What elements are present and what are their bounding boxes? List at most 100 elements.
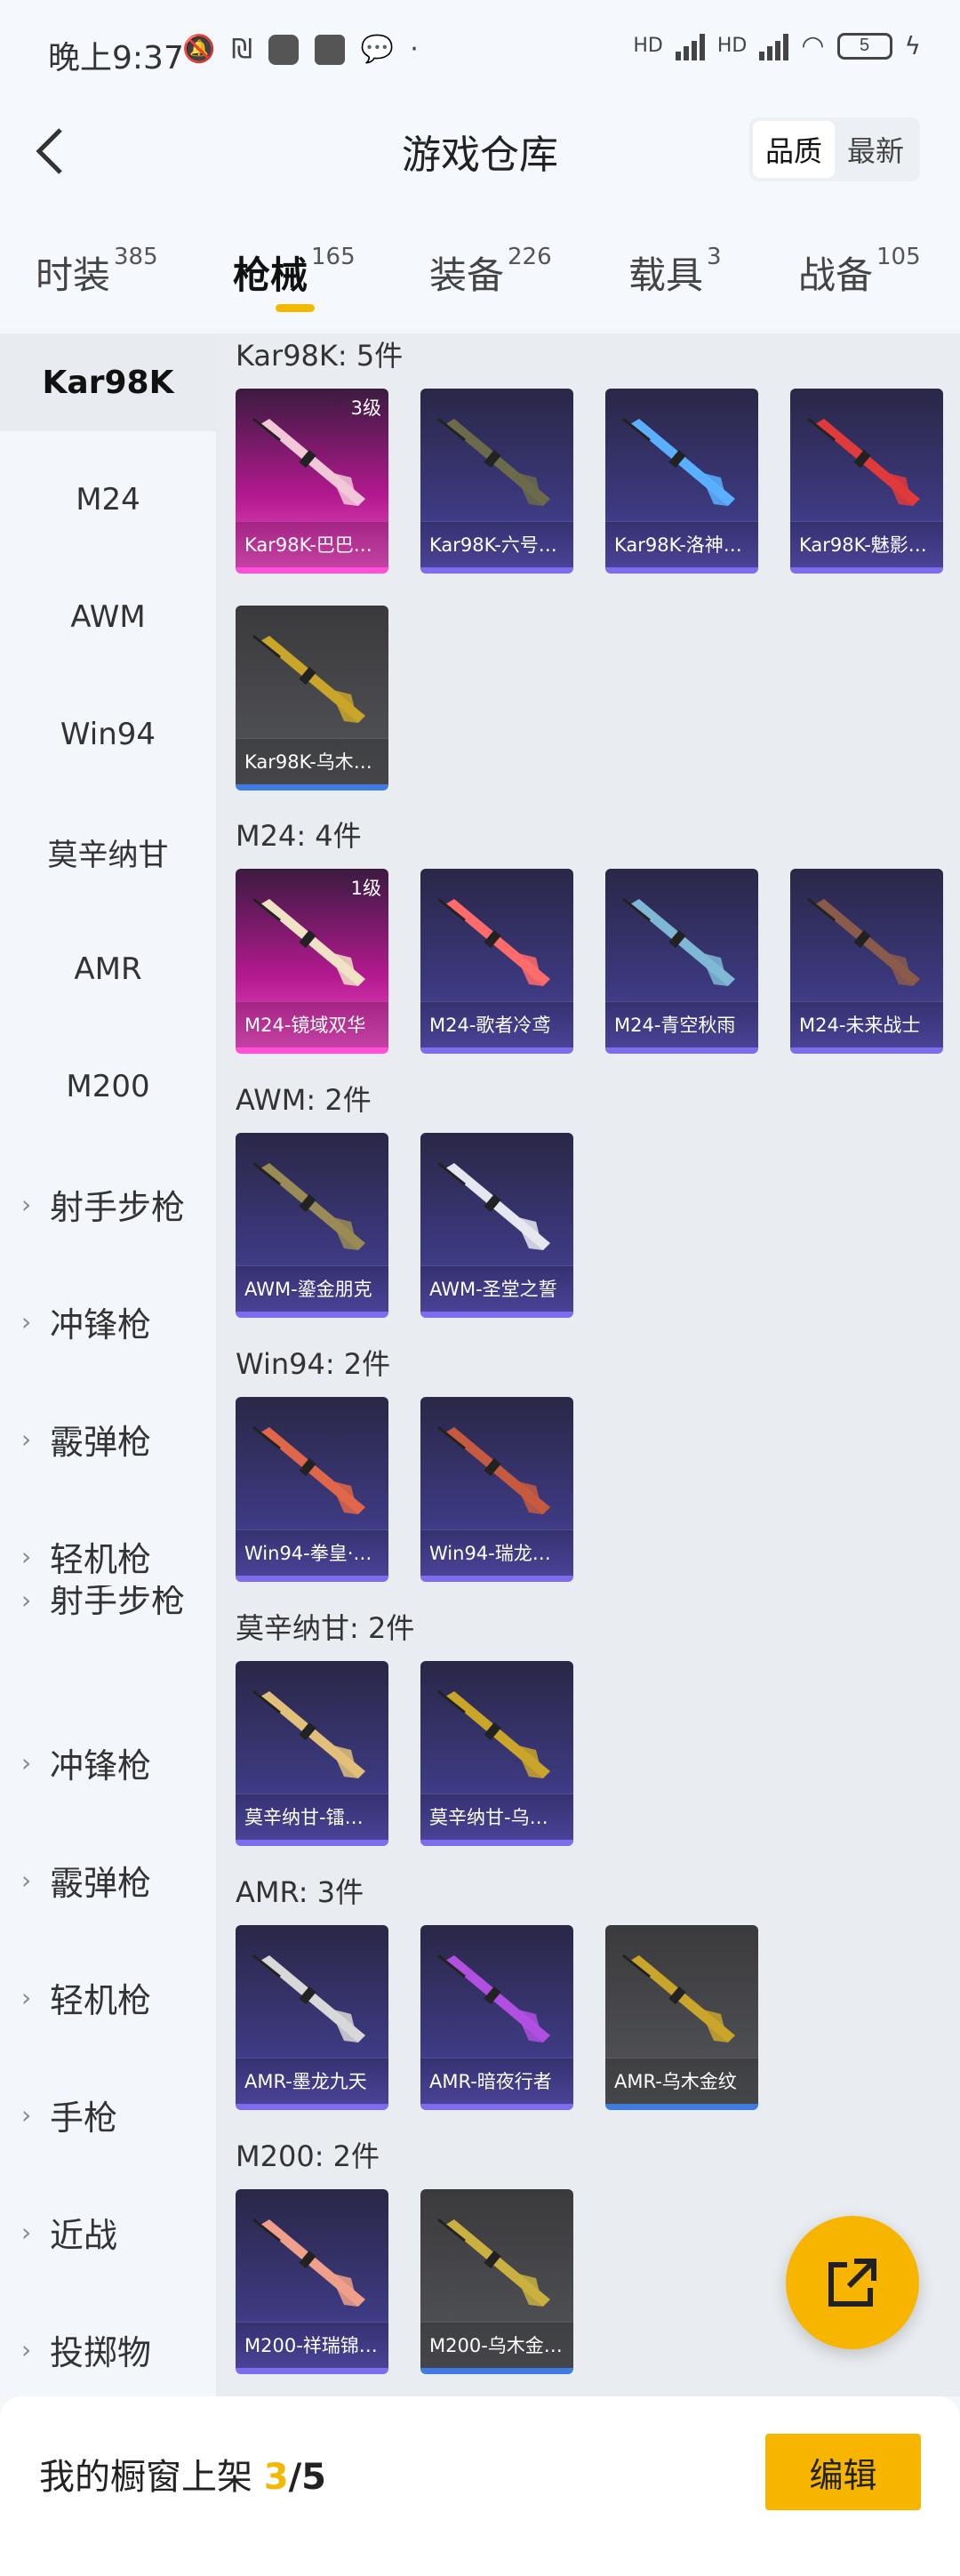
skin-card[interactable]: Kar98K-洛神… bbox=[605, 389, 758, 574]
rifle-icon bbox=[622, 1954, 735, 2042]
skin-name: M24-未来战士 bbox=[790, 1001, 943, 1047]
skin-card[interactable]: Win94-瑞龙… bbox=[420, 1397, 573, 1582]
skin-card[interactable]: Kar98K-乌木… bbox=[236, 606, 388, 790]
skin-name: Kar98K-乌木… bbox=[236, 738, 388, 784]
hd-label: HD bbox=[633, 35, 663, 57]
sidebar-item-awm[interactable]: AWM bbox=[0, 568, 216, 666]
tab-equipment[interactable]: 装备 226 bbox=[429, 244, 552, 300]
sidebar-item-lmg-duplicate[interactable]: › 轻机枪 bbox=[0, 1948, 216, 2046]
skin-name: Kar98K-巴巴… bbox=[236, 521, 388, 567]
weapon-group: Kar98K: 5件 3级 Kar98K-巴巴… Kar98K-六号… Kar98K-洛… bbox=[236, 333, 943, 790]
rifle-icon bbox=[437, 1954, 550, 2042]
sidebar-item-pistol[interactable]: › 手枪 bbox=[0, 2066, 216, 2163]
weapon-group: 莫辛纳甘: 2件莫辛纳甘-镭… 莫辛纳甘-乌… bbox=[236, 1606, 943, 1846]
skin-grid: AMR-墨龙九天 AMR-暗夜行者 AMR-乌木金纹 bbox=[236, 1925, 943, 2110]
chevron-right-icon: › bbox=[21, 1541, 32, 1571]
skin-card[interactable]: M24-未来战士 bbox=[790, 869, 943, 1054]
sidebar-item-shotgun[interactable]: › 霰弹枪 bbox=[0, 1390, 216, 1488]
weapon-group: AMR: 3件 AMR-墨龙九天 AMR-暗夜行者 AMR-乌木金纹 bbox=[236, 1870, 943, 2110]
sidebar-item-melee[interactable]: › 近战 bbox=[0, 2183, 216, 2281]
sort-quality-option[interactable]: 品质 bbox=[753, 121, 835, 178]
skin-card[interactable]: 莫辛纳甘-镭… bbox=[236, 1661, 388, 1846]
tab-supplies[interactable]: 战备 105 bbox=[798, 244, 921, 300]
skin-name: AWM-圣堂之誓 bbox=[420, 1265, 573, 1312]
sidebar-item-smg[interactable]: › 冲锋枪 bbox=[0, 1272, 216, 1370]
share-icon bbox=[828, 2259, 876, 2307]
skin-name: AMR-乌木金纹 bbox=[605, 2058, 758, 2104]
wifi-icon: ◠ bbox=[801, 30, 825, 61]
signal-icon-2 bbox=[759, 32, 789, 60]
sidebar-item-m200[interactable]: M200 bbox=[0, 1038, 216, 1136]
share-button[interactable] bbox=[786, 2216, 919, 2349]
sidebar-item-dmr-duplicate[interactable]: › 射手步枪 bbox=[0, 1585, 216, 1657]
chevron-right-icon: › bbox=[21, 1306, 32, 1336]
rifle-icon bbox=[437, 417, 550, 506]
skin-name: 莫辛纳甘-镭… bbox=[236, 1794, 388, 1840]
skin-card[interactable]: AMR-暗夜行者 bbox=[420, 1925, 573, 2110]
sidebar-item-throwable[interactable]: › 投掷物 bbox=[0, 2300, 216, 2398]
sidebar-item-smg-duplicate[interactable]: › 冲锋枪 bbox=[0, 1713, 216, 1811]
sort-newest-option[interactable]: 最新 bbox=[835, 121, 916, 178]
sidebar-item-win94[interactable]: Win94 bbox=[0, 686, 216, 783]
skin-card[interactable]: M200-乌木金… bbox=[420, 2189, 573, 2374]
showcase-total: /5 bbox=[288, 2457, 327, 2498]
rifle-icon bbox=[437, 1425, 550, 1514]
sidebar-item-amr[interactable]: AMR bbox=[0, 920, 216, 1018]
skin-name: Kar98K-洛神… bbox=[605, 521, 758, 567]
app-notification-icon bbox=[268, 34, 299, 65]
skin-card[interactable]: AMR-乌木金纹 bbox=[605, 1925, 758, 2110]
rifle-icon bbox=[252, 634, 365, 723]
skin-card[interactable]: AWM-鎏金朋克 bbox=[236, 1133, 388, 1318]
battery-level: 5 bbox=[859, 36, 870, 55]
rifle-icon bbox=[252, 2218, 365, 2307]
sidebar-item-kar98k[interactable]: Kar98K bbox=[0, 333, 216, 431]
sidebar-item-m24[interactable]: M24 bbox=[0, 451, 216, 549]
group-title: Kar98K: 5件 bbox=[236, 339, 404, 373]
skin-card[interactable]: AWM-圣堂之誓 bbox=[420, 1133, 573, 1318]
weapon-sidebar: Kar98K M24 AWM Win94 莫辛纳甘 AMR M200 › 射手步枪… bbox=[0, 333, 216, 2396]
skin-card[interactable]: Win94-拳皇·… bbox=[236, 1397, 388, 1582]
rifle-icon bbox=[437, 1689, 550, 1778]
nav-bar: 游戏仓库 品质 最新 bbox=[0, 105, 960, 196]
chevron-right-icon: › bbox=[21, 1865, 32, 1895]
skin-name: 莫辛纳甘-乌… bbox=[420, 1794, 573, 1840]
skin-card[interactable]: 3级 Kar98K-巴巴… bbox=[236, 389, 388, 574]
skin-name: Win94-拳皇·… bbox=[236, 1529, 388, 1576]
bottom-bar: 我的橱窗上架 3/5 编辑 bbox=[0, 2396, 960, 2576]
skin-grid: Win94-拳皇·… Win94-瑞龙… bbox=[236, 1397, 943, 1582]
rifle-icon bbox=[252, 417, 365, 506]
skin-name: M24-歌者冷鸢 bbox=[420, 1001, 573, 1047]
category-tabs: 时装 385 枪械 165 装备 226 载具 3 战备 105 bbox=[0, 196, 960, 329]
tab-weapons[interactable]: 枪械 165 bbox=[233, 244, 356, 300]
edit-button[interactable]: 编辑 bbox=[765, 2434, 921, 2510]
chevron-right-icon: › bbox=[21, 1982, 32, 2012]
rifle-icon bbox=[252, 897, 365, 986]
skin-card[interactable]: AMR-墨龙九天 bbox=[236, 1925, 388, 2110]
wechat-icon: 💬 bbox=[360, 34, 395, 65]
skin-name: AWM-鎏金朋克 bbox=[236, 1265, 388, 1312]
group-title: AWM: 2件 bbox=[236, 1083, 372, 1117]
group-title: 莫辛纳甘: 2件 bbox=[236, 1611, 415, 1645]
skin-card[interactable]: Kar98K-六号… bbox=[420, 389, 573, 574]
skin-name: AMR-墨龙九天 bbox=[236, 2058, 388, 2104]
skin-card[interactable]: Kar98K-魅影… bbox=[790, 389, 943, 574]
skin-name: AMR-暗夜行者 bbox=[420, 2058, 573, 2104]
rifle-icon bbox=[622, 417, 735, 506]
level-badge: 3级 bbox=[350, 397, 381, 419]
rifle-icon bbox=[437, 2218, 550, 2307]
weapon-group: M24: 4件 1级 M24-镜域双华 M24-歌者冷鸢 M24-青空秋雨 M24-未来战… bbox=[236, 814, 943, 1054]
skin-card[interactable]: 莫辛纳甘-乌… bbox=[420, 1661, 573, 1846]
sidebar-item-dmr[interactable]: › 射手步枪 bbox=[0, 1155, 216, 1253]
sidebar-item-mosin[interactable]: 莫辛纳甘 bbox=[0, 803, 216, 901]
sidebar-item-shotgun-duplicate[interactable]: › 霰弹枪 bbox=[0, 1831, 216, 1929]
skin-card[interactable]: M200-祥瑞锦… bbox=[236, 2189, 388, 2374]
skin-name: M200-祥瑞锦… bbox=[236, 2322, 388, 2368]
skin-card[interactable]: 1级 M24-镜域双华 bbox=[236, 869, 388, 1054]
level-badge: 1级 bbox=[350, 878, 381, 899]
skin-card[interactable]: M24-歌者冷鸢 bbox=[420, 869, 573, 1054]
skin-grid: 3级 Kar98K-巴巴… Kar98K-六号… Kar98K-洛神… Kar98K-魅… bbox=[236, 389, 943, 790]
skin-card[interactable]: M24-青空秋雨 bbox=[605, 869, 758, 1054]
showcase-count: 3 bbox=[263, 2457, 289, 2498]
tab-fashion[interactable]: 时装 385 bbox=[36, 244, 158, 300]
tab-vehicles[interactable]: 载具 3 bbox=[628, 244, 722, 300]
